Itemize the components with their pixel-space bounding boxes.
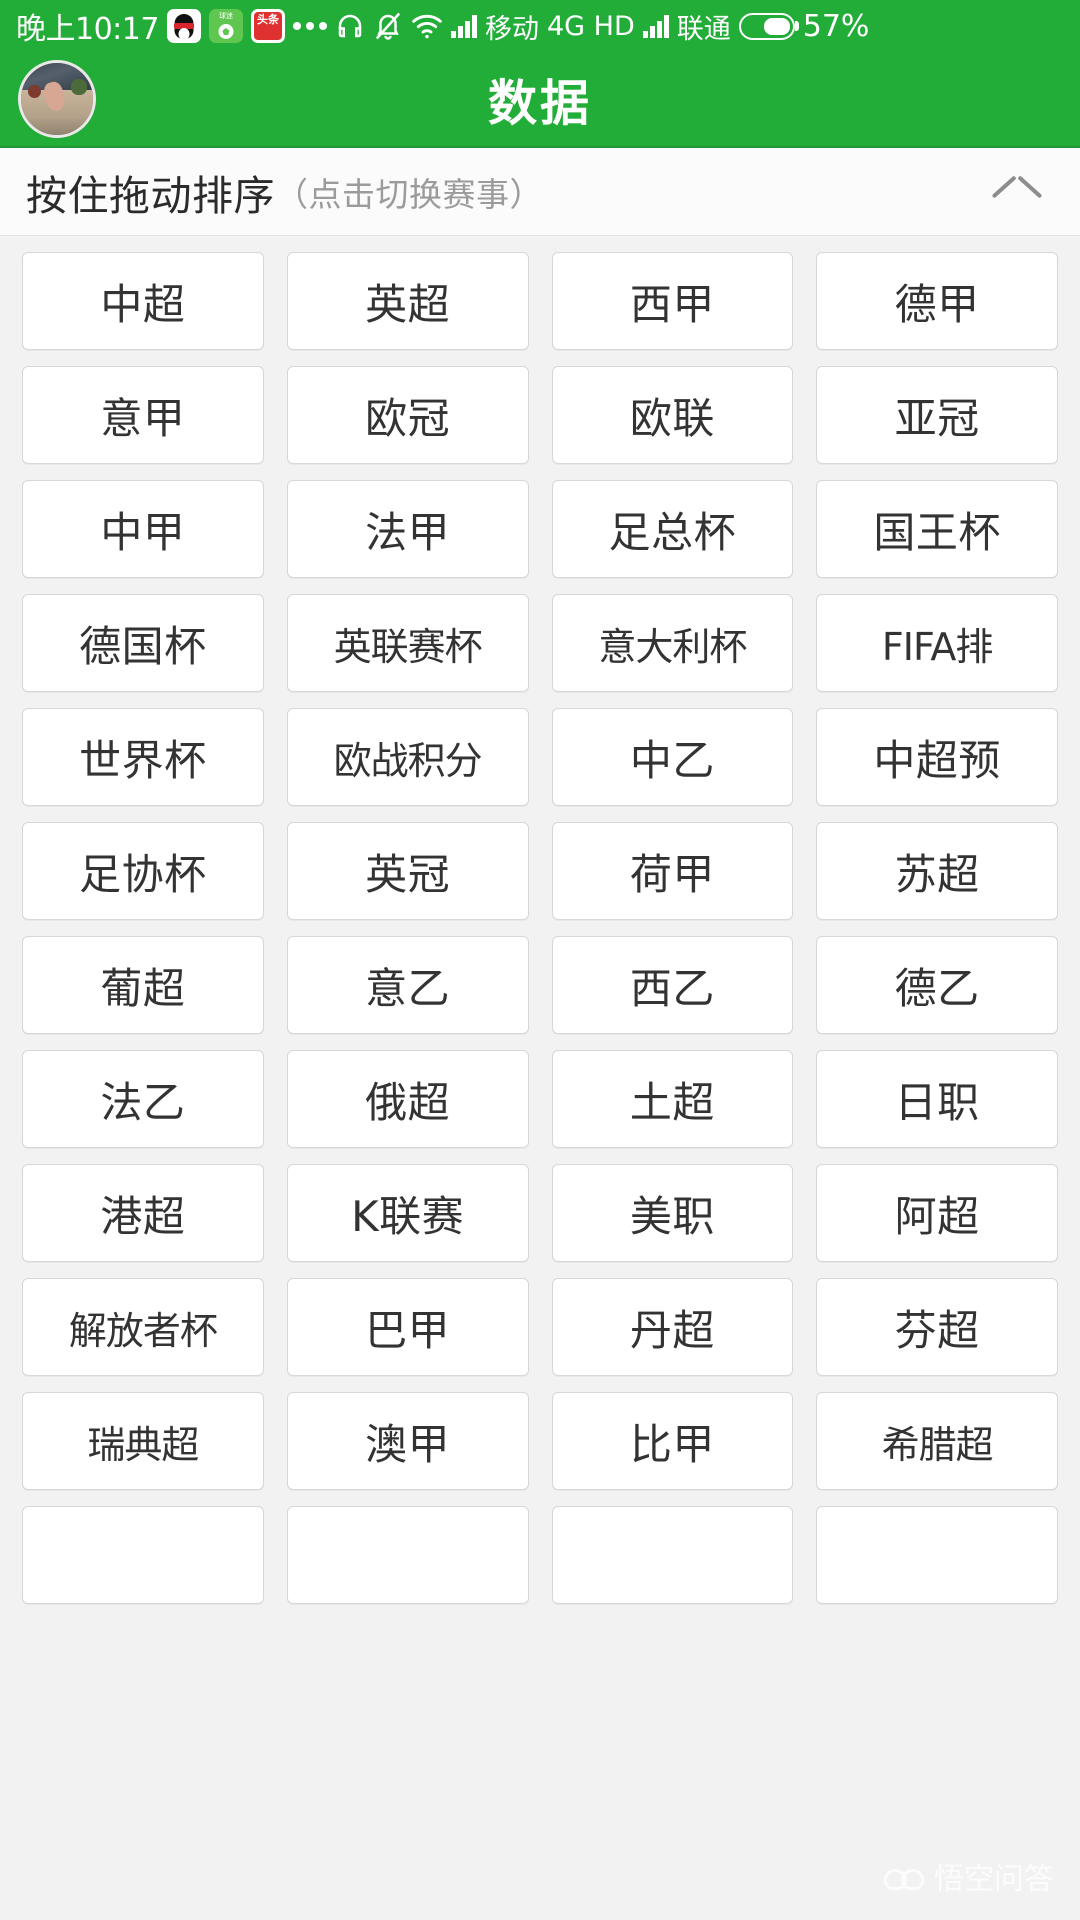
league-cell[interactable]: K联赛: [286, 1164, 529, 1262]
league-cell[interactable]: 日职: [816, 1050, 1058, 1148]
page-title: 数据: [487, 74, 592, 132]
league-cell[interactable]: 欧联: [551, 366, 794, 464]
league-cell[interactable]: 俄超: [286, 1050, 529, 1148]
league-grid-container: 中超 英超 西甲 德甲 意甲 欧冠 欧联 亚冠 中甲 法甲 足总杯 国王杯 德国…: [0, 236, 1080, 1919]
league-cell[interactable]: 德国杯: [22, 594, 264, 692]
league-cell[interactable]: 中甲: [22, 480, 264, 578]
league-cell[interactable]: 国王杯: [816, 480, 1058, 578]
football-app-icon: 球迷: [208, 9, 243, 43]
league-cell[interactable]: 意大利杯: [551, 594, 794, 692]
league-cell[interactable]: 瑞典超: [22, 1392, 264, 1490]
wifi-icon: [411, 12, 443, 40]
league-cell[interactable]: 土超: [551, 1050, 794, 1148]
league-cell[interactable]: 澳甲: [286, 1392, 529, 1490]
league-cell[interactable]: 欧战积分: [286, 708, 529, 806]
league-grid: 中超 英超 西甲 德甲 意甲 欧冠 欧联 亚冠 中甲 法甲 足总杯 国王杯 德国…: [22, 252, 1058, 1604]
network-type-label: 4G HD: [546, 10, 635, 42]
league-cell[interactable]: 中超预: [816, 708, 1058, 806]
league-cell[interactable]: FIFA排: [816, 594, 1058, 692]
status-bar: 晚上10:17 球迷 头条 移动 4G HD 联通 57%: [0, 0, 1080, 52]
sort-bar[interactable]: 按住拖动排序 （点击切换赛事）: [0, 148, 1080, 236]
headset-icon: [335, 11, 365, 41]
signal-bars-icon-2: [642, 14, 669, 38]
league-cell[interactable]: [286, 1506, 529, 1604]
carrier-label-1: 移动: [484, 13, 539, 45]
league-cell[interactable]: 德甲: [816, 252, 1058, 350]
league-cell[interactable]: 意甲: [22, 366, 264, 464]
league-cell[interactable]: 解放者杯: [22, 1278, 264, 1376]
league-cell[interactable]: [551, 1506, 794, 1604]
league-cell[interactable]: 港超: [22, 1164, 264, 1262]
league-cell[interactable]: 足总杯: [551, 480, 794, 578]
league-cell[interactable]: 英联赛杯: [286, 594, 529, 692]
carrier-label-2: 联通: [676, 13, 731, 45]
league-cell[interactable]: 苏超: [816, 822, 1058, 920]
league-cell[interactable]: 德乙: [816, 936, 1058, 1034]
league-cell[interactable]: 西乙: [551, 936, 794, 1034]
league-cell[interactable]: 法甲: [286, 480, 529, 578]
league-cell[interactable]: 英超: [286, 252, 529, 350]
league-cell[interactable]: 世界杯: [22, 708, 264, 806]
league-cell[interactable]: [816, 1506, 1058, 1604]
league-cell[interactable]: 中超: [22, 252, 264, 350]
league-cell[interactable]: 中乙: [551, 708, 794, 806]
league-cell[interactable]: 希腊超: [816, 1392, 1058, 1490]
chevron-up-icon[interactable]: [994, 169, 1040, 215]
toutiao-app-icon: 头条: [250, 9, 285, 43]
league-cell[interactable]: 意乙: [286, 936, 529, 1034]
sort-bar-label: 按住拖动排序: [26, 171, 275, 220]
league-cell[interactable]: 英冠: [286, 822, 529, 920]
status-time: 晚上10:17: [16, 12, 159, 47]
league-cell[interactable]: 巴甲: [286, 1278, 529, 1376]
league-cell[interactable]: 足协杯: [22, 822, 264, 920]
battery-percent-label: 57%: [802, 8, 870, 44]
bell-muted-icon: [373, 11, 403, 41]
league-cell[interactable]: 欧冠: [286, 366, 529, 464]
league-cell[interactable]: 阿超: [816, 1164, 1058, 1262]
signal-bars-icon: [450, 14, 477, 38]
league-cell[interactable]: 西甲: [551, 252, 794, 350]
more-dots-icon: [292, 22, 327, 30]
app-header: 数据: [0, 52, 1080, 148]
league-cell[interactable]: 葡超: [22, 936, 264, 1034]
sort-bar-hint: （点击切换赛事）: [275, 174, 543, 214]
league-cell[interactable]: 芬超: [816, 1278, 1058, 1376]
battery-icon: [738, 12, 795, 40]
league-cell[interactable]: 亚冠: [816, 366, 1058, 464]
league-cell[interactable]: 比甲: [551, 1392, 794, 1490]
league-cell[interactable]: 法乙: [22, 1050, 264, 1148]
league-cell[interactable]: 丹超: [551, 1278, 794, 1376]
league-cell[interactable]: 美职: [551, 1164, 794, 1262]
qq-app-icon: [166, 9, 201, 43]
league-cell[interactable]: 荷甲: [551, 822, 794, 920]
league-cell[interactable]: [22, 1506, 264, 1604]
